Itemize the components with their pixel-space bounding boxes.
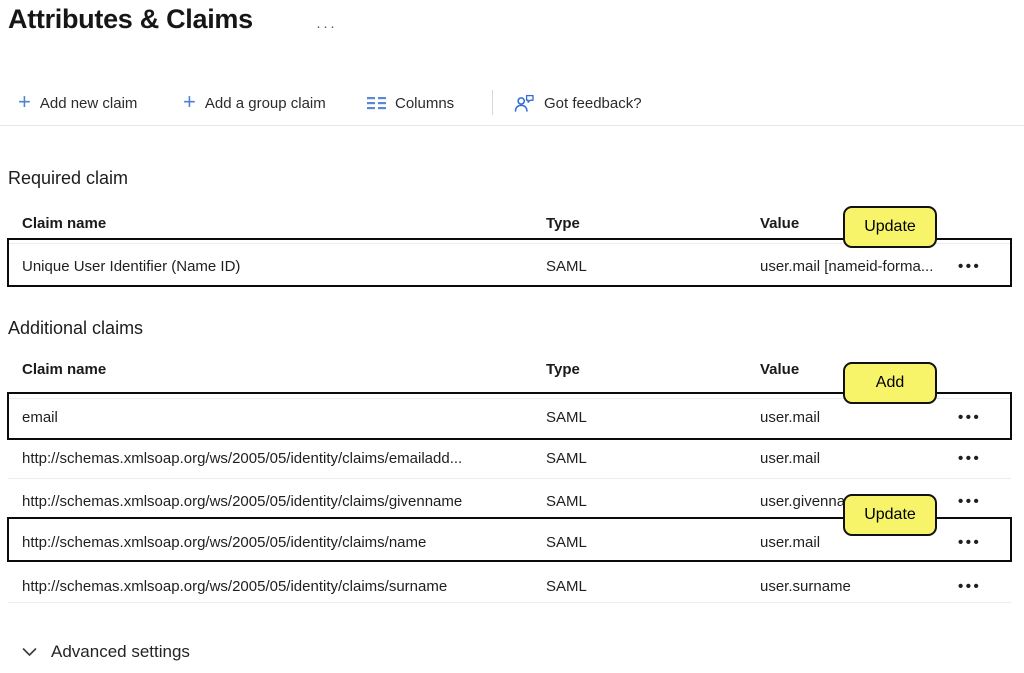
- divider: [8, 602, 1011, 603]
- claim-row-surname[interactable]: http://schemas.xmlsoap.org/ws/2005/05/id…: [0, 576, 1024, 598]
- claim-name-cell: Unique User Identifier (Name ID): [22, 256, 240, 278]
- advanced-settings-toggle[interactable]: Advanced settings: [22, 642, 190, 662]
- claim-value-cell: user.mail: [760, 532, 820, 554]
- add-group-claim-button[interactable]: + Add a group claim: [183, 90, 326, 116]
- claim-type-cell: SAML: [546, 407, 587, 429]
- row-menu-button[interactable]: •••: [958, 491, 981, 513]
- claim-name-cell: http://schemas.xmlsoap.org/ws/2005/05/id…: [22, 491, 462, 513]
- claim-row-email[interactable]: email SAML user.mail •••: [0, 407, 1024, 429]
- claim-value-cell: user.mail: [760, 407, 820, 429]
- row-menu-button[interactable]: •••: [958, 407, 981, 429]
- attributes-claims-page: Attributes & Claims ··· + Add new claim …: [0, 0, 1024, 673]
- column-header-claim-name: Claim name: [22, 359, 106, 381]
- got-feedback-label: Got feedback?: [544, 95, 642, 112]
- column-header-type: Type: [546, 359, 580, 381]
- got-feedback-button[interactable]: Got feedback?: [514, 90, 642, 116]
- page-title: Attributes & Claims: [8, 4, 253, 35]
- more-options-button[interactable]: ···: [312, 16, 341, 37]
- columns-label: Columns: [395, 95, 454, 112]
- additional-claims-heading: Additional claims: [8, 318, 143, 339]
- claim-type-cell: SAML: [546, 532, 587, 554]
- annotation-callout-add-email: Add: [843, 362, 937, 404]
- claim-name-cell: email: [22, 407, 58, 429]
- toolbar-divider: [0, 125, 1024, 126]
- advanced-settings-label: Advanced settings: [51, 642, 190, 662]
- toolbar-separator: [492, 90, 493, 115]
- divider: [8, 478, 1011, 479]
- add-new-claim-label: Add new claim: [40, 95, 138, 112]
- claim-name-cell: http://schemas.xmlsoap.org/ws/2005/05/id…: [22, 576, 447, 598]
- claim-type-cell: SAML: [546, 448, 587, 470]
- row-menu-button[interactable]: •••: [958, 532, 981, 554]
- row-menu-button[interactable]: •••: [958, 448, 981, 470]
- add-group-claim-label: Add a group claim: [205, 95, 326, 112]
- claim-type-cell: SAML: [546, 491, 587, 513]
- columns-icon: [367, 96, 386, 110]
- plus-icon: +: [18, 92, 31, 112]
- claim-value-cell: user.mail: [760, 448, 820, 470]
- column-header-value: Value: [760, 213, 799, 235]
- required-claim-heading: Required claim: [8, 168, 128, 189]
- column-header-value: Value: [760, 359, 799, 381]
- claim-row-emailaddress[interactable]: http://schemas.xmlsoap.org/ws/2005/05/id…: [0, 448, 1024, 470]
- claim-value-cell: user.surname: [760, 576, 851, 598]
- row-menu-button[interactable]: •••: [958, 576, 981, 598]
- claim-type-cell: SAML: [546, 576, 587, 598]
- claim-value-cell: user.mail [nameid-forma...: [760, 256, 933, 278]
- plus-icon: +: [183, 92, 196, 112]
- annotation-callout-update-name: Update: [843, 494, 937, 536]
- row-menu-button[interactable]: •••: [958, 256, 981, 278]
- column-header-type: Type: [546, 213, 580, 235]
- required-claim-row[interactable]: Unique User Identifier (Name ID) SAML us…: [0, 256, 1024, 278]
- claim-type-cell: SAML: [546, 256, 587, 278]
- claim-name-cell: http://schemas.xmlsoap.org/ws/2005/05/id…: [22, 532, 426, 554]
- claim-name-cell: http://schemas.xmlsoap.org/ws/2005/05/id…: [22, 448, 462, 470]
- chevron-down-icon: [22, 647, 37, 657]
- column-header-claim-name: Claim name: [22, 213, 106, 235]
- feedback-icon: [514, 94, 535, 113]
- columns-button[interactable]: Columns: [367, 90, 454, 116]
- annotation-callout-update-required: Update: [843, 206, 937, 248]
- add-new-claim-button[interactable]: + Add new claim: [18, 90, 137, 116]
